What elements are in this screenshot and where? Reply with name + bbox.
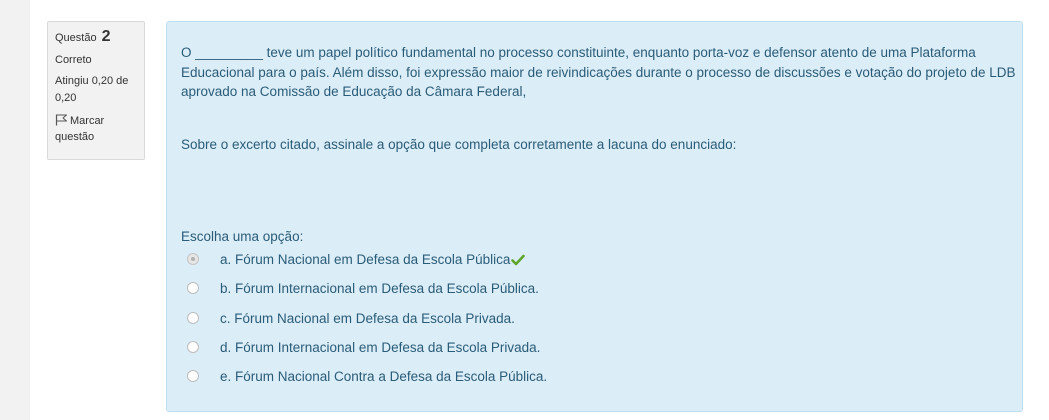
- answer-option-label: e. Fórum Nacional Contra a Defesa da Esc…: [220, 369, 548, 384]
- question-state: Correto: [55, 54, 92, 66]
- question-number: 2: [101, 28, 111, 45]
- answer-option-label: b. Fórum Internacional em Defesa da Esco…: [220, 281, 539, 296]
- question-content: O _________ teve um papel político funda…: [166, 21, 1023, 412]
- radio-icon[interactable]: [187, 282, 199, 294]
- question-title: Questão 2: [55, 27, 137, 48]
- radio-icon[interactable]: [187, 312, 199, 324]
- answer-title: Escolha uma opção:: [181, 229, 304, 244]
- flag-question-button[interactable]: Marcar questão: [55, 113, 137, 145]
- flag-icon: [55, 114, 67, 126]
- question-label: Questão: [55, 32, 97, 44]
- question-grade: Atingiu 0,20 de 0,20: [55, 75, 129, 104]
- question-text: O _________ teve um papel político funda…: [181, 45, 1016, 99]
- checkmark-icon: [511, 254, 526, 266]
- radio-icon[interactable]: [187, 341, 199, 353]
- question-prompt: Sobre o excerto citado, assinale a opção…: [181, 137, 737, 152]
- radio-icon[interactable]: [187, 370, 199, 382]
- question-info: Questão 2 Correto Atingiu 0,20 de 0,20 M…: [47, 21, 145, 160]
- radio-checked-icon[interactable]: [187, 253, 199, 265]
- answer-option-label: c. Fórum Nacional em Defesa da Escola Pr…: [220, 311, 515, 326]
- answer-option-label: d. Fórum Internacional em Defesa da Esco…: [220, 340, 541, 355]
- answer-option-label: a. Fórum Nacional em Defesa da Escola Pú…: [220, 252, 511, 267]
